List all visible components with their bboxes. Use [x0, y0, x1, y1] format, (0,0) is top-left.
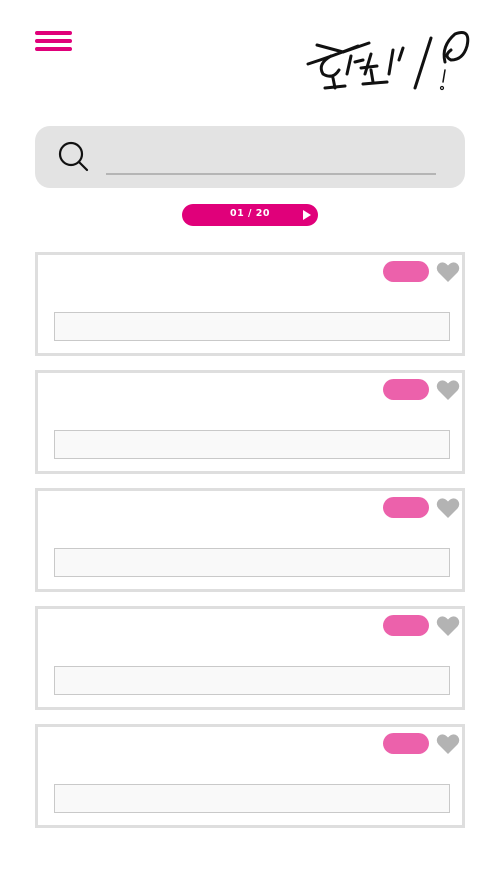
hamburger-icon-bar — [35, 39, 72, 43]
heart-icon[interactable] — [436, 615, 460, 637]
pager-button[interactable]: 01 / 20 — [182, 204, 318, 226]
list-item — [35, 252, 465, 356]
heart-icon[interactable] — [436, 733, 460, 755]
list-item — [35, 606, 465, 710]
tag-badge[interactable] — [383, 615, 429, 636]
tag-badge[interactable] — [383, 733, 429, 754]
list-item — [35, 724, 465, 828]
hamburger-icon-bar — [35, 31, 72, 35]
list-item — [35, 488, 465, 592]
tag-badge[interactable] — [383, 497, 429, 518]
page-counter: 01 / 20 — [229, 208, 271, 219]
heart-icon[interactable] — [436, 497, 460, 519]
list-item — [35, 370, 465, 474]
tag-badge[interactable] — [383, 379, 429, 400]
logo — [306, 31, 470, 91]
card-text — [54, 548, 450, 577]
menu-button[interactable] — [35, 31, 72, 54]
search-bar — [35, 126, 465, 188]
card-text — [54, 784, 450, 813]
card-text — [54, 666, 450, 695]
search-icon[interactable] — [57, 140, 91, 174]
heart-icon[interactable] — [436, 379, 460, 401]
heart-icon[interactable] — [436, 261, 460, 283]
card-text — [54, 312, 450, 341]
search-input[interactable] — [106, 136, 436, 175]
card-text — [54, 430, 450, 459]
tag-badge[interactable] — [383, 261, 429, 282]
play-icon[interactable] — [303, 210, 311, 220]
hamburger-icon-bar — [35, 47, 72, 51]
